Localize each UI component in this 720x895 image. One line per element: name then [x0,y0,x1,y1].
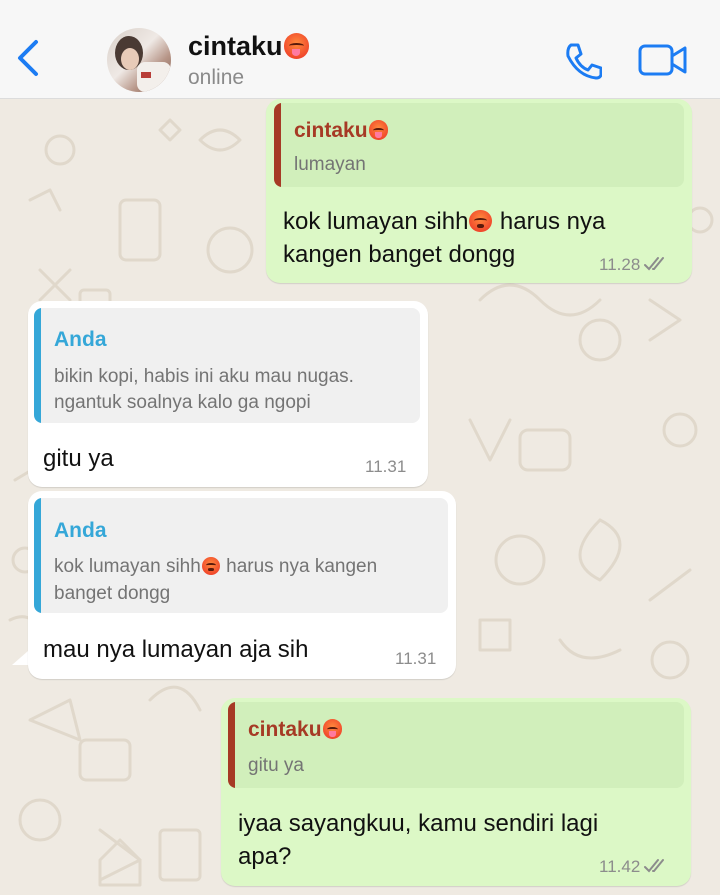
chevron-left-icon[interactable] [14,38,44,78]
message-timestamp: 11.31 [365,457,407,476]
bubble-tail [12,651,28,665]
message-bubble-outgoing[interactable]: cintaku lumayan kok lumayan sihh harus n… [266,99,692,283]
quoted-text-line: kok lumayan sihh harus nya kangen [54,556,378,577]
hot-face-emoji [322,719,343,739]
quoted-reply[interactable]: cintaku lumayan [274,103,684,187]
double-check-icon [644,859,665,873]
quoted-text-line: ngantuk soalnya kalo ga ngopi [54,392,311,413]
quoted-author: cintaku [294,119,389,143]
angry-face-emoji [201,556,220,575]
quoted-text: lumayan [294,154,366,175]
hot-face-emoji [283,33,310,59]
quoted-text-line: bikin kopi, habis ini aku mau nugas. [54,366,354,387]
message-text: gitu ya [43,445,114,472]
contact-status: online [188,66,245,89]
angry-face-emoji [469,209,493,233]
phone-icon[interactable] [562,40,602,80]
message-text: mau nya lumayan aja sih [43,636,309,663]
quoted-author: Anda [54,328,107,351]
quoted-text-line: banget dongg [54,583,171,604]
quoted-reply[interactable]: Anda bikin kopi, habis ini aku mau nugas… [34,308,420,423]
quoted-text: gitu ya [248,755,304,776]
quoted-reply[interactable]: Anda kok lumayan sihh harus nya kangen b… [34,498,448,613]
message-bubble-incoming[interactable]: Anda bikin kopi, habis ini aku mau nugas… [28,301,428,487]
quoted-author: cintaku [248,718,343,742]
quoted-reply[interactable]: cintaku gitu ya [228,702,684,788]
contact-info[interactable]: cintaku online [188,30,310,92]
message-bubble-outgoing[interactable]: cintaku gitu ya iyaa sayangkuu, kamu sen… [221,698,691,886]
message-bubble-incoming[interactable]: Anda kok lumayan sihh harus nya kangen b… [28,491,456,679]
double-check-icon [644,257,665,271]
message-timestamp: 11.31 [395,649,437,668]
message-timestamp: 11.28 [599,255,670,275]
hot-face-emoji [368,120,389,140]
avatar[interactable] [107,28,171,92]
message-timestamp: 11.42 [599,857,670,877]
quoted-author: Anda [54,519,107,542]
chat-header: cintaku online [0,0,720,99]
contact-name: cintaku [188,30,310,62]
video-camera-icon[interactable] [638,42,688,78]
